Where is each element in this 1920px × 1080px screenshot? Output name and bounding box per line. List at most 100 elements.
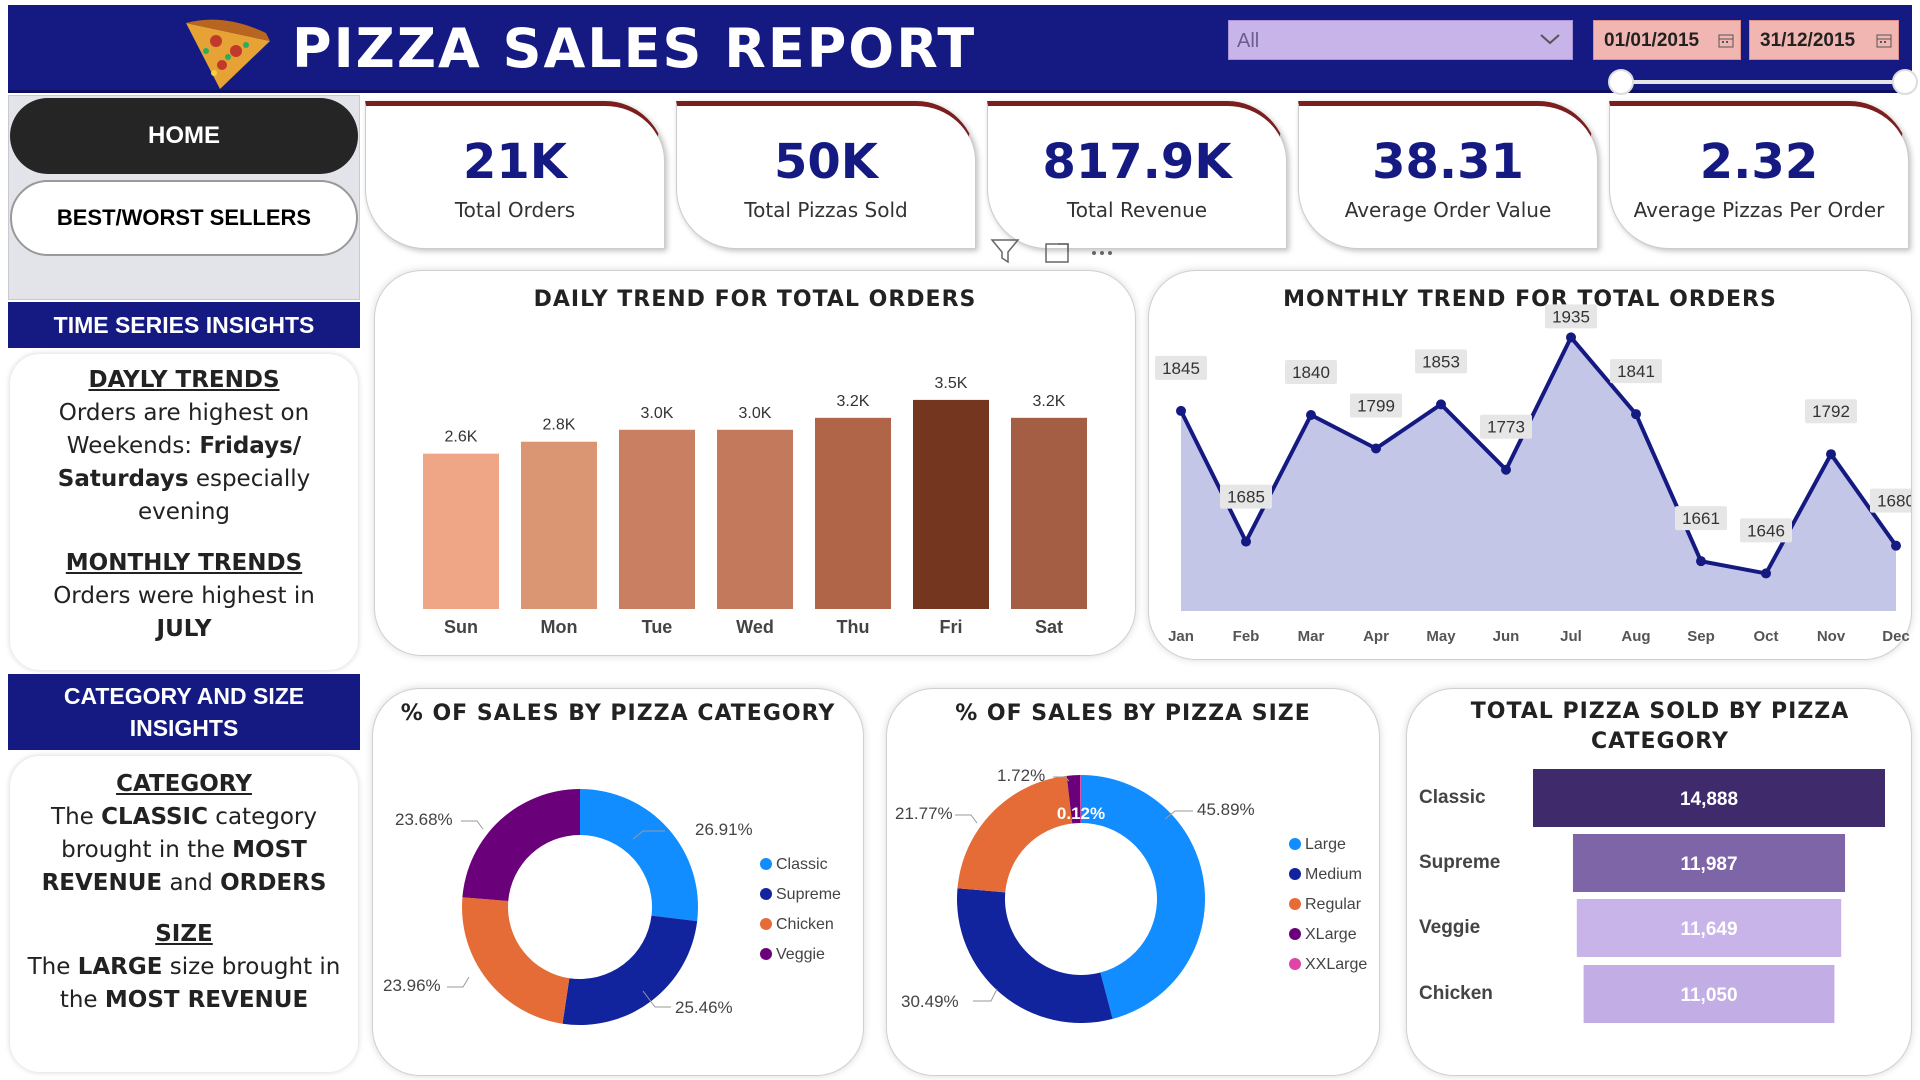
dashboard-canvas: PIZZA SALES REPORT All 01/01/2015 31/12/… [0, 0, 1920, 1080]
monthly-point[interactable] [1371, 443, 1381, 454]
monthly-point-label: 1841 [1617, 362, 1655, 381]
kpi-total-orders[interactable]: 21K Total Orders [365, 101, 665, 249]
donut-slice-veggie[interactable] [462, 789, 580, 902]
kpi-average-order-value[interactable]: 38.31 Average Order Value [1298, 101, 1598, 249]
filter-icon[interactable] [990, 239, 1020, 264]
monthly-point[interactable] [1761, 568, 1771, 579]
focus-mode-icon[interactable] [1045, 243, 1069, 263]
legend-label[interactable]: Classic [776, 856, 828, 873]
legend-label[interactable]: Large [1305, 836, 1346, 853]
kpi-total-pizzas-sold[interactable]: 50K Total Pizzas Sold [676, 101, 976, 249]
daily-bar-wed[interactable] [717, 429, 793, 609]
monthly-point[interactable] [1891, 540, 1901, 551]
kpi-value: 21K [463, 134, 567, 190]
monthly-trend-card[interactable]: MONTHLY TREND FOR TOTAL ORDERS 1845 Jan 16… [1148, 270, 1912, 660]
donut-data-label: 25.46% [675, 998, 733, 1017]
daily-x-tick: Tue [642, 617, 673, 637]
donut-slice-chicken[interactable] [462, 897, 570, 1024]
kpi-average-pizzas-per-order[interactable]: 2.32 Average Pizzas Per Order [1609, 101, 1909, 249]
legend-label[interactable]: Regular [1305, 896, 1362, 913]
monthly-x-tick: Mar [1298, 628, 1325, 645]
donut-leader-line [955, 814, 978, 824]
sold-bar-value: 11,987 [1680, 854, 1737, 875]
daily-trend-chart: 2.6K Sun 2.8K Mon 3.0K Tue 3.0K Wed 3.2K Thu 3.5K F… [423, 375, 1087, 637]
legend-label[interactable]: Supreme [776, 886, 841, 903]
legend-marker [1289, 928, 1301, 940]
daily-bar-mon[interactable] [521, 441, 597, 609]
sales-by-size-card[interactable]: % OF SALES BY PIZZA SIZE 45.89% 30.49% 21.… [886, 688, 1380, 1076]
end-date-input[interactable]: 31/12/2015 [1749, 20, 1899, 60]
monthly-point[interactable] [1241, 536, 1251, 547]
sold-category-label: Chicken [1419, 983, 1493, 1004]
daily-bar-tue[interactable] [619, 429, 695, 609]
date-slider-end-handle[interactable] [1892, 69, 1918, 95]
daily-bar-fri[interactable] [913, 399, 989, 609]
sold-category-label: Classic [1419, 787, 1486, 808]
sold-category-label: Supreme [1419, 852, 1500, 873]
legend-marker [1289, 868, 1301, 880]
monthly-point-label: 1685 [1227, 488, 1265, 507]
sales-by-size-chart: 45.89% 30.49% 21.77% 1.72% 0.12% Large Medium R… [895, 766, 1367, 1023]
monthly-point[interactable] [1306, 410, 1316, 420]
monthly-point[interactable] [1696, 556, 1706, 567]
legend-marker [760, 888, 772, 900]
legend-label[interactable]: Veggie [776, 946, 825, 963]
monthly-point[interactable] [1631, 409, 1641, 420]
donut-leader-line [461, 820, 484, 830]
daily-bar-label: 3.0K [739, 405, 772, 422]
donut-data-label: 0.12% [1057, 804, 1105, 823]
daily-bar-sun[interactable] [423, 453, 499, 609]
sold-bar-value: 11,649 [1680, 919, 1737, 940]
monthly-point-label: 1840 [1292, 363, 1330, 382]
legend-label[interactable]: Medium [1305, 866, 1362, 883]
monthly-x-tick: May [1426, 628, 1456, 645]
monthly-point[interactable] [1501, 464, 1511, 475]
donut-data-label: 23.96% [383, 976, 441, 995]
monthly-trends-text: Orders were highest in [53, 583, 315, 609]
more-options-icon[interactable] [1092, 251, 1112, 255]
calendar-icon[interactable] [1876, 32, 1892, 48]
kpi-total-revenue[interactable]: 817.9K Total Revenue [987, 101, 1287, 249]
best-worst-sellers-button[interactable]: BEST/WORST SELLERS [10, 180, 358, 256]
home-button[interactable]: HOME [10, 98, 358, 174]
legend-label[interactable]: XLarge [1305, 926, 1357, 943]
sold-bar-value: 14,888 [1680, 789, 1738, 810]
daily-bar-label: 3.0K [641, 405, 674, 422]
monthly-x-tick: Sep [1687, 628, 1715, 645]
date-slider-start-handle[interactable] [1608, 69, 1634, 95]
donut-slice-regular[interactable] [957, 775, 1073, 893]
monthly-point-label: 1792 [1812, 402, 1850, 421]
monthly-x-tick: Aug [1621, 628, 1650, 645]
monthly-point[interactable] [1176, 405, 1186, 416]
donut-leader-line [447, 976, 470, 988]
start-date-input[interactable]: 01/01/2015 [1593, 20, 1741, 60]
calendar-icon[interactable] [1718, 32, 1734, 48]
pizza-sold-by-category-card[interactable]: TOTAL PIZZA SOLD BY PIZZA CATEGORY 14,88… [1406, 688, 1912, 1076]
sold-bar-value: 11,050 [1680, 985, 1737, 1006]
daily-x-tick: Sun [444, 617, 478, 637]
monthly-point[interactable] [1436, 399, 1446, 410]
legend-marker [1289, 958, 1301, 970]
size-insight-text: The LARGE size brought in the MOST REVEN… [27, 954, 341, 1013]
date-range-slider-track[interactable] [1620, 80, 1906, 84]
daily-bar-label: 3.5K [935, 375, 968, 392]
daily-x-tick: Sat [1035, 617, 1063, 637]
sales-by-category-card[interactable]: % OF SALES BY PIZZA CATEGORY 26.91% 25.46… [372, 688, 864, 1076]
donut-slice-classic[interactable] [580, 789, 698, 922]
legend-label[interactable]: XXLarge [1305, 956, 1367, 973]
daily-bar-thu[interactable] [815, 417, 891, 609]
monthly-x-tick: Apr [1363, 628, 1389, 645]
donut-slice-medium[interactable] [957, 888, 1113, 1023]
monthly-x-tick: Nov [1817, 628, 1846, 645]
monthly-point[interactable] [1566, 332, 1576, 343]
category-slicer-dropdown[interactable]: All [1228, 20, 1573, 60]
donut-data-label: 1.72% [997, 766, 1045, 785]
monthly-x-tick: Jan [1168, 628, 1194, 645]
slicer-selected-value: All [1237, 30, 1260, 52]
monthly-point-label: 1680 [1877, 492, 1911, 511]
daily-trend-card[interactable]: DAILY TREND FOR TOTAL ORDERS 2.6K Sun 2.8K… [374, 270, 1136, 656]
legend-label[interactable]: Chicken [776, 916, 834, 933]
monthly-point-label: 1773 [1487, 418, 1525, 437]
daily-bar-sat[interactable] [1011, 417, 1087, 609]
monthly-point[interactable] [1826, 449, 1836, 460]
